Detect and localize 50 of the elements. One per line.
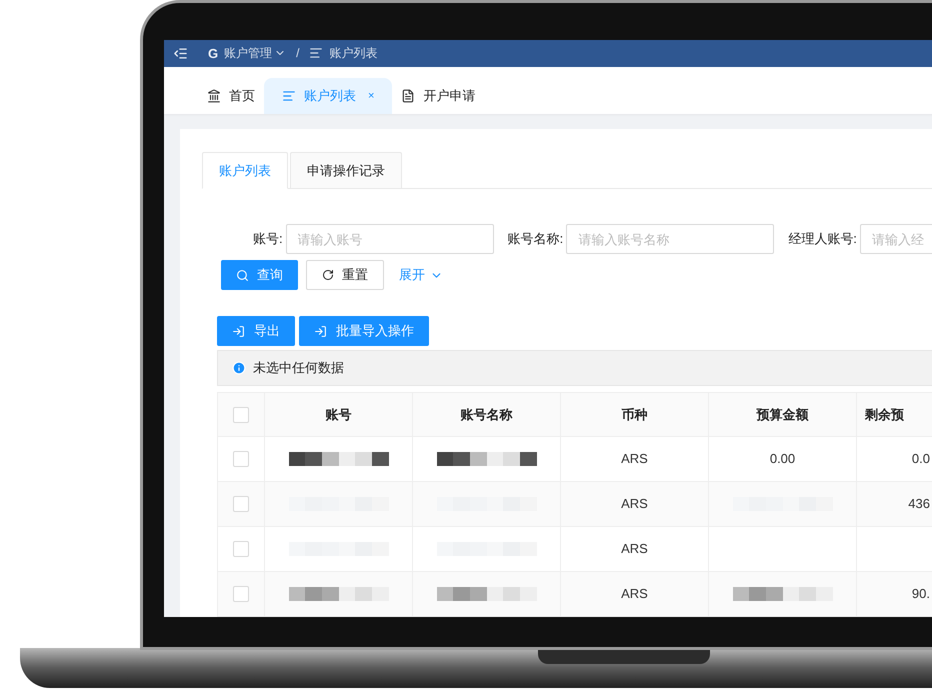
table-cell-text: ARS — [621, 540, 648, 558]
logo: G — [208, 44, 218, 63]
column-header: 币种 — [622, 406, 648, 424]
breadcrumb-item[interactable]: 账户管理 — [224, 44, 272, 62]
bank-icon — [207, 89, 221, 103]
filter-label: 账号: — [253, 230, 283, 248]
checkbox[interactable] — [233, 541, 249, 557]
expand-link[interactable]: 展开 — [399, 265, 443, 285]
alert-text: 未选中任何数据 — [253, 359, 344, 378]
text-input[interactable]: 请输入账号名称 — [566, 224, 774, 254]
list-icon — [282, 89, 296, 103]
checkbox[interactable] — [233, 451, 249, 467]
checkbox[interactable] — [233, 496, 249, 512]
sub-tab[interactable]: 申请操作记录 — [290, 152, 402, 189]
export-icon — [314, 324, 327, 338]
table-cell-text: ARS — [621, 450, 648, 468]
reset-button[interactable]: 重置 — [306, 260, 384, 290]
list-icon — [309, 46, 324, 60]
filter-label: 经理人账号: — [788, 230, 857, 248]
column-header: 预算金额 — [756, 406, 808, 424]
close-icon[interactable]: × — [368, 88, 374, 104]
table-cell-text: 0.0 — [912, 450, 930, 468]
action-button[interactable]: 导出 — [217, 316, 295, 346]
table-cell-text: 436 — [908, 495, 930, 514]
page-tab[interactable]: 首页 — [198, 78, 264, 114]
column-header: 账号名称 — [460, 406, 512, 424]
page-tab[interactable]: 开户申请 — [392, 78, 484, 114]
page-tab[interactable]: 账户列表 × — [264, 78, 392, 114]
search-icon — [236, 268, 249, 282]
breadcrumb-item[interactable]: 账户列表 — [329, 44, 378, 62]
table-cell-text: ARS — [621, 585, 648, 604]
table-cell-text: ARS — [621, 495, 648, 514]
table-cell-text: 90. — [912, 585, 930, 604]
reload-icon — [322, 269, 334, 281]
filter-label: 账号名称: — [508, 230, 564, 248]
export-icon — [232, 324, 245, 338]
checkbox[interactable] — [233, 406, 249, 422]
table-cell-text: 0.00 — [770, 450, 796, 468]
column-header: 剩余预 — [865, 406, 904, 424]
document-icon — [401, 89, 416, 103]
sub-tab[interactable]: 账户列表 — [202, 152, 288, 189]
breadcrumb-separator: / — [296, 45, 300, 62]
text-input[interactable]: 请输入账号 — [286, 224, 494, 254]
checkbox[interactable] — [233, 586, 249, 602]
menu-fold-icon[interactable] — [173, 46, 188, 61]
info-icon — [232, 361, 246, 375]
text-input[interactable]: 请输入经 — [860, 224, 932, 254]
search-button[interactable]: 查询 — [221, 260, 298, 290]
column-header: 账号 — [326, 406, 352, 424]
action-button[interactable]: 批量导入操作 — [299, 316, 429, 346]
